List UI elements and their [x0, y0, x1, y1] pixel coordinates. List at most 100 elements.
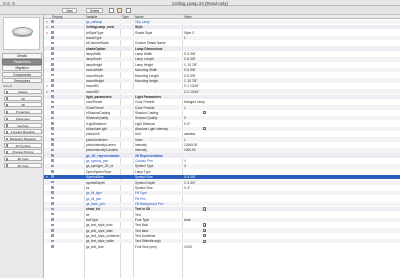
cell-variable[interactable]: mountHeight	[86, 79, 120, 83]
table-row[interactable]: photoIntensityCandela Intensity 1000.00	[44, 148, 400, 153]
table-row[interactable]: lampDepth Lamp Length 0'-6 3/8"	[44, 57, 400, 62]
table-row[interactable]: gs_text_style_italic Text Italic ✓	[44, 228, 400, 233]
cell-name[interactable]: Contour Pen	[135, 159, 183, 163]
cell-value[interactable]: 1'-3 3/4"	[184, 181, 228, 185]
cell-name[interactable]: Text Bold	[135, 223, 183, 227]
value-checkbox[interactable]: ✓	[203, 228, 206, 232]
table-row[interactable]: gs_text_style_strike Text Strikethrough ✓	[44, 238, 400, 244]
cell-value[interactable]: 1	[184, 36, 228, 40]
cell-variable[interactable]: lampWidth	[86, 52, 120, 56]
hidden-flag-icon[interactable]: ✕	[46, 31, 49, 35]
cell-name[interactable]: Shadow Quality	[135, 116, 183, 120]
view-checkbox[interactable]	[5, 90, 9, 94]
view-checkbox[interactable]	[5, 130, 9, 134]
value-checkbox[interactable]: ✓	[203, 127, 206, 131]
table-row[interactable]: shadeOption Lamp Dimensions	[44, 46, 400, 51]
value-checkbox[interactable]: ✓	[203, 234, 206, 238]
cell-name[interactable]: Light Parameters	[135, 95, 183, 99]
cell-value[interactable]: 0'-2 13/16"	[184, 90, 228, 94]
cell-variable[interactable]: photoUnitIndex	[86, 138, 120, 142]
cell-name[interactable]: Intensity	[135, 143, 183, 147]
cell-name[interactable]: Absolute Light Intensity	[135, 127, 183, 131]
cell-name[interactable]: Mounting Length	[135, 74, 183, 78]
cell-variable[interactable]: photoIntensityLumen	[86, 143, 120, 147]
cell-variable[interactable]: gs_2D_representation	[86, 154, 120, 158]
sidebar-tab-details[interactable]: Details	[2, 53, 42, 59]
cell-variable[interactable]: mountDepth	[86, 74, 120, 78]
table-row[interactable]: colorPreset Color Presets Halogen Lamp	[44, 100, 400, 105]
table-row[interactable]: mountDepth Mounting Length 0'-6 3/8"	[44, 73, 400, 78]
value-checkbox[interactable]: ✓	[203, 207, 206, 211]
view-checkbox[interactable]	[5, 137, 9, 141]
table-row[interactable]: ss Symbol Size 0'-4"	[44, 185, 400, 190]
table-row[interactable]: fontType Font Type Arial	[44, 217, 400, 223]
cell-value[interactable]: 3	[184, 116, 228, 120]
cell-variable[interactable]: shadeOption	[86, 47, 120, 51]
cell-variable[interactable]: gs_text_size	[86, 245, 120, 249]
value-checkbox[interactable]: ✓	[203, 111, 206, 115]
cell-variable[interactable]: gs_back_pen	[86, 202, 120, 206]
script-view-button[interactable]: 2D Symbol	[4, 142, 42, 148]
cell-value[interactable]: 12469.00	[184, 143, 228, 147]
cell-value[interactable]: 10.00	[184, 245, 228, 249]
script-view-button[interactable]: 3D	[4, 102, 42, 108]
style-selector-empty[interactable]	[126, 7, 131, 13]
cell-variable[interactable]: lampHeight	[86, 63, 120, 67]
cell-variable[interactable]: gs_text_style_bold	[86, 223, 120, 227]
cell-variable[interactable]: mountR2	[86, 90, 120, 94]
cell-name[interactable]: Lamp Height	[135, 63, 183, 67]
script-view-button[interactable]: Backward Migration	[4, 135, 42, 141]
cell-value[interactable]: Arial	[184, 218, 228, 222]
cell-name[interactable]: Color Presets	[135, 100, 183, 104]
cell-variable[interactable]: bShadowCasting	[86, 111, 120, 115]
cell-name[interactable]: Lamp Length	[135, 57, 183, 61]
cell-name[interactable]: Light Distance	[135, 122, 183, 126]
cell-name[interactable]: Unit	[135, 132, 183, 136]
sidebar-tab-parameters[interactable]: Parameters	[2, 59, 42, 65]
cell-variable[interactable]: stCustomShade	[86, 41, 120, 45]
cell-value[interactable]: 1	[184, 138, 228, 142]
cell-variable[interactable]: iSymbolSize	[86, 175, 120, 179]
hidden-flag-icon[interactable]: ✕	[46, 84, 49, 88]
cell-name[interactable]: Fill Type	[135, 191, 183, 195]
cell-name[interactable]: Color Presets	[135, 106, 183, 110]
cell-value[interactable]: 0'-2 13/16"	[184, 84, 228, 88]
table-row[interactable]: ✕ iSymbolSize Symbol Size 0'-6 3/8"	[44, 174, 400, 180]
table-row[interactable]: txt Text	[44, 212, 400, 217]
cell-variable[interactable]: show_txt	[86, 207, 120, 211]
script-view-button[interactable]: Forward Migration	[4, 129, 42, 135]
table-row[interactable]: lampWidth Lamp Width 0'-6 3/8"	[44, 52, 400, 57]
cell-value[interactable]: 0'-6 3/8"	[184, 52, 228, 56]
cell-name[interactable]: Style	[135, 25, 183, 29]
view-checkbox[interactable]	[5, 151, 9, 154]
script-view-button[interactable]: Interface	[4, 122, 42, 128]
cell-name[interactable]: Symbol Size	[135, 175, 183, 179]
view-checkbox[interactable]	[5, 164, 9, 168]
parameter-grid[interactable]: Display Variable Type Name Value ✕ gs_cei…	[44, 15, 400, 278]
script-view-button[interactable]: 2D	[4, 95, 42, 101]
cell-variable[interactable]: bAbsoluteLight	[86, 127, 120, 131]
cell-name[interactable]: Symbol Depth	[135, 181, 183, 185]
script-view-button[interactable]: 3D View	[4, 156, 42, 161]
cell-value[interactable]: 1000.00	[184, 148, 228, 152]
cell-variable[interactable]: photoIntensityCandela	[86, 148, 120, 152]
cell-name[interactable]: Font Size (mm)	[135, 245, 183, 249]
table-row[interactable]: gs_text_style_bold Text Bold ✓	[44, 223, 400, 228]
cell-name[interactable]: Text Italic	[135, 229, 183, 233]
cell-variable[interactable]: gs_text_style_underline	[86, 234, 120, 238]
cell-variable[interactable]: lampDepth	[86, 57, 120, 61]
table-row[interactable]: lampHeight Lamp Height 1'-10 7/8"	[44, 62, 400, 67]
cell-variable[interactable]: CeilingLamp_cord	[86, 25, 120, 29]
sidebar-tab-descriptors[interactable]: Descriptors	[2, 77, 42, 84]
cell-name[interactable]: Index	[135, 138, 183, 142]
cell-variable[interactable]: gs_ceilamp	[86, 20, 120, 24]
view-checkbox[interactable]	[5, 124, 9, 128]
cell-name[interactable]: 2D Representation	[135, 154, 183, 158]
table-row[interactable]: mountHeight Mounting Height 1'-10 7/8"	[44, 78, 400, 83]
table-row[interactable]: ✕ CeilingLamp_cord Style	[44, 24, 400, 30]
table-row[interactable]: show_txt Text in 3D ✓	[44, 206, 400, 212]
delete-button[interactable]: Delete	[86, 8, 103, 13]
table-row[interactable]: stCustomShade Custom Shade Name	[44, 41, 400, 46]
cell-value[interactable]: Style 3	[184, 31, 228, 35]
cell-name[interactable]: Custom Shade Name	[135, 41, 183, 45]
